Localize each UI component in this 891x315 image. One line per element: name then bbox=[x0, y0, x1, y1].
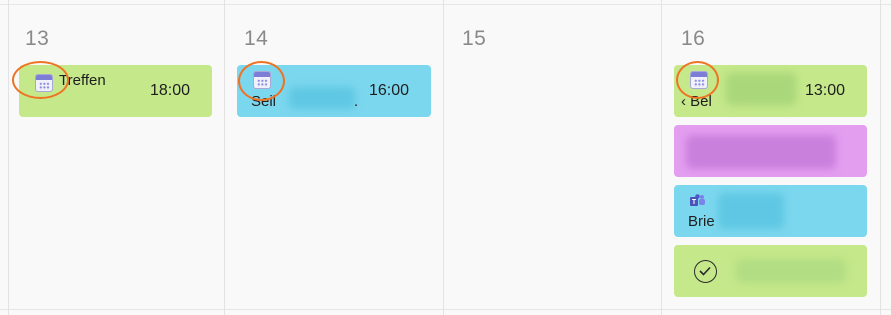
day-number[interactable]: 13 bbox=[25, 27, 49, 51]
redacted-text bbox=[718, 193, 784, 229]
event-title: Brie bbox=[688, 213, 715, 230]
redacted-text bbox=[686, 135, 836, 169]
day-number[interactable]: 16 bbox=[681, 27, 705, 51]
day-cell-14[interactable]: 14 bbox=[237, 0, 443, 310]
highlight-ring bbox=[12, 61, 69, 99]
svg-text:T: T bbox=[692, 199, 697, 206]
highlight-ring bbox=[676, 61, 719, 99]
column-divider bbox=[661, 0, 662, 315]
day-cell-15[interactable]: 15 bbox=[455, 0, 661, 310]
redacted-text bbox=[726, 73, 796, 105]
day-number[interactable]: 15 bbox=[462, 27, 486, 51]
redacted-text bbox=[289, 87, 355, 109]
checkmark-circle-icon[interactable] bbox=[694, 260, 717, 283]
column-divider bbox=[224, 0, 225, 315]
column-divider bbox=[443, 0, 444, 315]
event-time: 13:00 bbox=[805, 82, 846, 99]
column-divider bbox=[8, 0, 9, 315]
highlight-ring bbox=[238, 61, 285, 101]
column-divider bbox=[880, 0, 881, 315]
event-time: 16:00 bbox=[369, 82, 410, 99]
teams-icon: T bbox=[690, 194, 705, 206]
event-redacted[interactable] bbox=[674, 125, 867, 177]
day-number[interactable]: 14 bbox=[244, 27, 268, 51]
day-cell-13[interactable]: 13 bbox=[19, 0, 224, 310]
event-brie[interactable]: T Brie bbox=[674, 185, 867, 237]
task-redacted[interactable] bbox=[674, 245, 867, 297]
calendar-month-grid: 13 Treffen 18:00 14 Seil . 16:00 15 16 ‹… bbox=[0, 0, 891, 315]
event-title-suffix: . bbox=[354, 93, 359, 110]
event-time: 18:00 bbox=[150, 82, 191, 99]
redacted-text bbox=[736, 259, 846, 283]
